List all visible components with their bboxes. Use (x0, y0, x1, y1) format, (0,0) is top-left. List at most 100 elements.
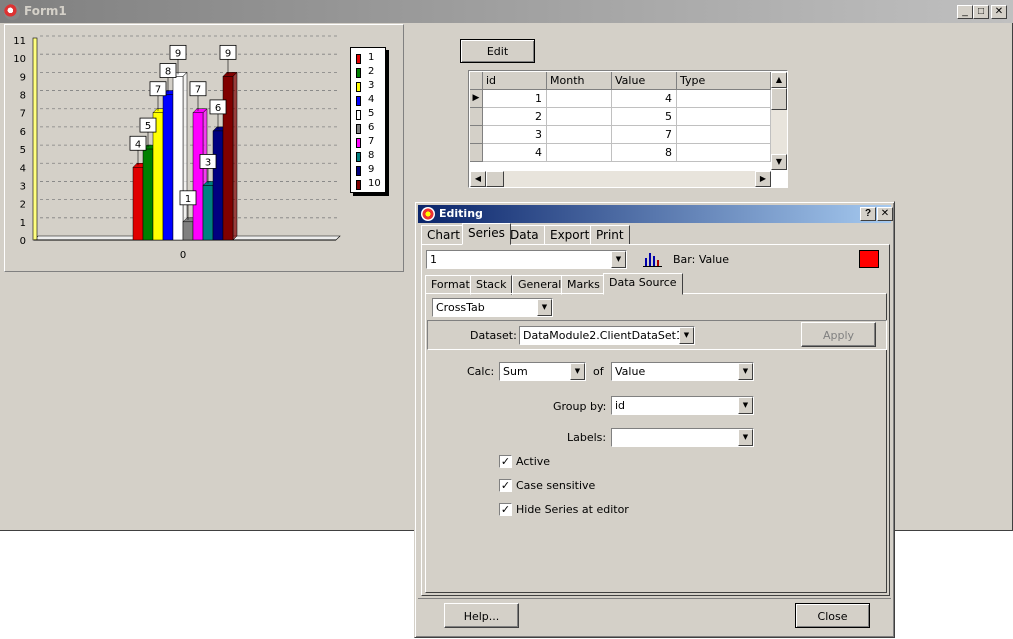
close-dialog-button[interactable]: Close (795, 603, 870, 628)
bar (182, 221, 194, 241)
legend-swatch (356, 152, 361, 162)
calc-select[interactable]: Sum ▼ (499, 362, 586, 381)
dialog-close-caption-button[interactable]: ✕ (877, 207, 893, 221)
maximize-button[interactable]: □ (973, 5, 989, 19)
legend-item: 1 (356, 52, 386, 66)
hide-series-label: Hide Series at editor (516, 503, 629, 516)
chevron-down-icon[interactable]: ▼ (679, 327, 694, 344)
grid-cell-type[interactable] (677, 108, 771, 126)
close-button[interactable]: ✕ (991, 5, 1007, 19)
calc-value: Sum (503, 365, 528, 378)
grid-cell-value[interactable]: 4 (612, 90, 677, 108)
scroll-thumb[interactable] (486, 171, 504, 187)
grid-cell-month[interactable] (547, 90, 612, 108)
row-indicator (470, 144, 483, 162)
case-sensitive-checkbox[interactable]: ✓ (499, 479, 512, 492)
y-tick-label: 0 (20, 236, 26, 247)
legend-item: 5 (356, 108, 386, 122)
chevron-down-icon[interactable]: ▼ (738, 429, 753, 446)
labels-select[interactable]: ▼ (611, 428, 754, 447)
chevron-down-icon[interactable]: ▼ (570, 363, 585, 380)
chart-legend: 1 2 3 4 5 6 7 8 9 10 (350, 47, 386, 193)
dialog-title: Editing (439, 207, 483, 220)
scroll-down-icon[interactable]: ▼ (771, 154, 787, 170)
legend-label: 4 (368, 94, 375, 105)
bar (162, 94, 174, 241)
minimize-button[interactable]: _ (957, 5, 973, 19)
grid-cell-type[interactable] (677, 144, 771, 162)
tab-data-source[interactable]: Data Source (603, 273, 683, 295)
dataset-label: Dataset: (470, 329, 517, 342)
groupby-select[interactable]: id ▼ (611, 396, 754, 415)
grid-cell-id[interactable]: 4 (483, 144, 547, 162)
y-tick-label: 4 (20, 163, 26, 174)
help-button[interactable]: Help... (444, 603, 519, 628)
scroll-thumb[interactable] (771, 88, 787, 110)
dialog-title-bar[interactable]: Editing ? ✕ (418, 205, 893, 223)
grid-cell-month[interactable] (547, 126, 612, 144)
scroll-up-icon[interactable]: ▲ (771, 72, 787, 88)
tab-stack[interactable]: Stack (470, 275, 513, 295)
chart-left-wall (32, 37, 38, 241)
legend-swatch (356, 82, 361, 92)
legend-item: 3 (356, 80, 386, 94)
row-indicator (470, 126, 483, 144)
help-caption-button[interactable]: ? (860, 207, 876, 221)
y-tick-label: 1 (20, 218, 26, 229)
chevron-down-icon[interactable]: ▼ (611, 251, 626, 268)
bar-side (232, 71, 238, 241)
tab-chart[interactable]: Chart (421, 225, 466, 245)
grid-header-value[interactable]: Value (612, 72, 677, 90)
grid-cell-month[interactable] (547, 144, 612, 162)
y-tick-label: 9 (20, 72, 26, 83)
tab-series[interactable]: Series (462, 223, 511, 245)
grid-header-month[interactable]: Month (547, 72, 612, 90)
hide-series-checkbox[interactable]: ✓ (499, 503, 512, 516)
grid-horizontal-scrollbar[interactable]: ◀ ▶ (470, 171, 771, 187)
chevron-down-icon[interactable]: ▼ (537, 299, 552, 316)
legend-item: 8 (356, 150, 386, 164)
bar (212, 130, 224, 241)
active-label: Active (516, 455, 551, 468)
tab-export[interactable]: Export (544, 225, 596, 245)
grid-cell-value[interactable]: 5 (612, 108, 677, 126)
chevron-down-icon[interactable]: ▼ (738, 397, 753, 414)
bar-side (182, 71, 188, 241)
case-sensitive-label: Case sensitive (516, 479, 596, 492)
series-color-swatch[interactable] (859, 250, 879, 268)
y-tick-label: 7 (20, 109, 26, 120)
dataset-select[interactable]: DataModule2.ClientDataSet1 ▼ (519, 326, 695, 345)
grid-cell-type[interactable] (677, 126, 771, 144)
tab-format[interactable]: Format (425, 275, 476, 295)
data-grid[interactable]: id Month Value Type ▶ 1 4 2 5 3 7 4 8 ▲ … (468, 70, 788, 188)
bar (132, 167, 144, 241)
grid-cell-month[interactable] (547, 108, 612, 126)
edit-button[interactable]: Edit (460, 39, 535, 63)
scroll-left-icon[interactable]: ◀ (470, 171, 486, 187)
grid-vertical-scrollbar[interactable]: ▲ ▼ (771, 72, 787, 170)
tab-marks[interactable]: Marks (561, 275, 606, 295)
tab-print[interactable]: Print (590, 225, 630, 245)
series-select[interactable]: 1 ▼ (426, 250, 627, 269)
chevron-down-icon[interactable]: ▼ (738, 363, 753, 380)
grid-header-id[interactable]: id (483, 72, 547, 90)
of-field-select[interactable]: Value ▼ (611, 362, 754, 381)
grid-cell-type[interactable] (677, 90, 771, 108)
scroll-right-icon[interactable]: ▶ (755, 171, 771, 187)
legend-label: 3 (368, 80, 375, 91)
grid-cell-id[interactable]: 2 (483, 108, 547, 126)
grid-cell-id[interactable]: 3 (483, 126, 547, 144)
legend-label: 5 (368, 108, 375, 119)
y-tick-label: 11 (13, 36, 26, 47)
active-checkbox[interactable]: ✓ (499, 455, 512, 468)
legend-label: 1 (368, 52, 375, 63)
grid-cell-id[interactable]: 1 (483, 90, 547, 108)
source-type-value: CrossTab (436, 301, 485, 314)
apply-button[interactable]: Apply (801, 322, 876, 347)
grid-cell-value[interactable]: 7 (612, 126, 677, 144)
y-tick-label: 8 (20, 91, 26, 102)
tab-general[interactable]: General (512, 275, 568, 295)
grid-cell-value[interactable]: 8 (612, 144, 677, 162)
grid-header-type[interactable]: Type (677, 72, 771, 90)
source-type-select[interactable]: CrossTab ▼ (432, 298, 553, 317)
